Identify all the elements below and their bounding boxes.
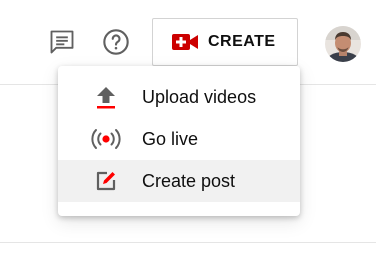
upload-icon <box>90 81 122 113</box>
help-button[interactable] <box>96 22 136 62</box>
create-menu: Upload videos Go live Create post <box>58 66 300 216</box>
create-button[interactable]: CREATE <box>152 18 298 66</box>
messages-button[interactable] <box>42 22 82 62</box>
menu-item-create-post[interactable]: Create post <box>58 160 300 202</box>
content-divider <box>0 242 376 243</box>
video-camera-plus-icon <box>172 33 198 51</box>
page: CREATE Upload videos Go live Create post <box>0 0 376 260</box>
create-button-label: CREATE <box>208 33 276 50</box>
menu-item-label: Upload videos <box>142 86 257 107</box>
menu-item-upload-videos[interactable]: Upload videos <box>58 76 300 118</box>
menu-item-go-live[interactable]: Go live <box>58 118 300 160</box>
help-icon <box>102 28 130 56</box>
feedback-icon <box>48 28 76 56</box>
avatar[interactable] <box>325 26 361 62</box>
menu-item-label: Create post <box>142 170 236 191</box>
edit-post-icon <box>90 165 122 197</box>
menu-item-label: Go live <box>142 128 199 149</box>
live-broadcast-icon <box>90 123 122 155</box>
